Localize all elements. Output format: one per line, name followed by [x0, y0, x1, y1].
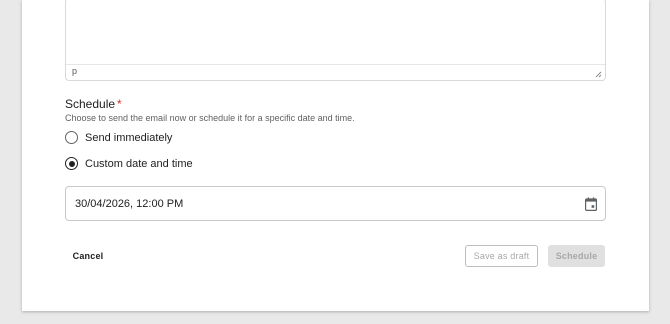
radio-button[interactable] — [65, 131, 78, 144]
element-path[interactable]: p — [72, 66, 77, 76]
schedule-heading: Schedule * — [65, 97, 122, 111]
radio-custom-date-time[interactable]: Custom date and time — [65, 157, 193, 170]
schedule-button[interactable]: Schedule — [548, 245, 605, 267]
radio-label-custom-date-time: Custom date and time — [85, 157, 193, 170]
calendar-icon[interactable] — [585, 197, 597, 211]
datetime-input[interactable]: 30/04/2026, 12:00 PM — [65, 186, 606, 221]
schedule-title: Schedule — [65, 97, 116, 111]
editor-content-area[interactable] — [66, 0, 605, 64]
save-draft-button[interactable]: Save as draft — [465, 245, 538, 267]
datetime-value: 30/04/2026, 12:00 PM — [75, 198, 184, 210]
rich-text-editor: p — [65, 0, 606, 81]
schedule-email-card: p Schedule * Choose to send the email now… — [22, 0, 649, 311]
cancel-button[interactable]: Cancel — [66, 245, 110, 267]
radio-send-immediately[interactable]: Send immediately — [65, 131, 172, 144]
radio-button-checked[interactable] — [65, 157, 78, 170]
radio-selected-dot — [68, 160, 75, 167]
editor-statusbar: p — [66, 64, 605, 80]
radio-label-send-immediately: Send immediately — [85, 131, 173, 144]
required-marker: * — [117, 97, 122, 111]
resize-handle-icon[interactable] — [594, 70, 602, 78]
schedule-description: Choose to send the email now or schedule… — [65, 113, 355, 123]
